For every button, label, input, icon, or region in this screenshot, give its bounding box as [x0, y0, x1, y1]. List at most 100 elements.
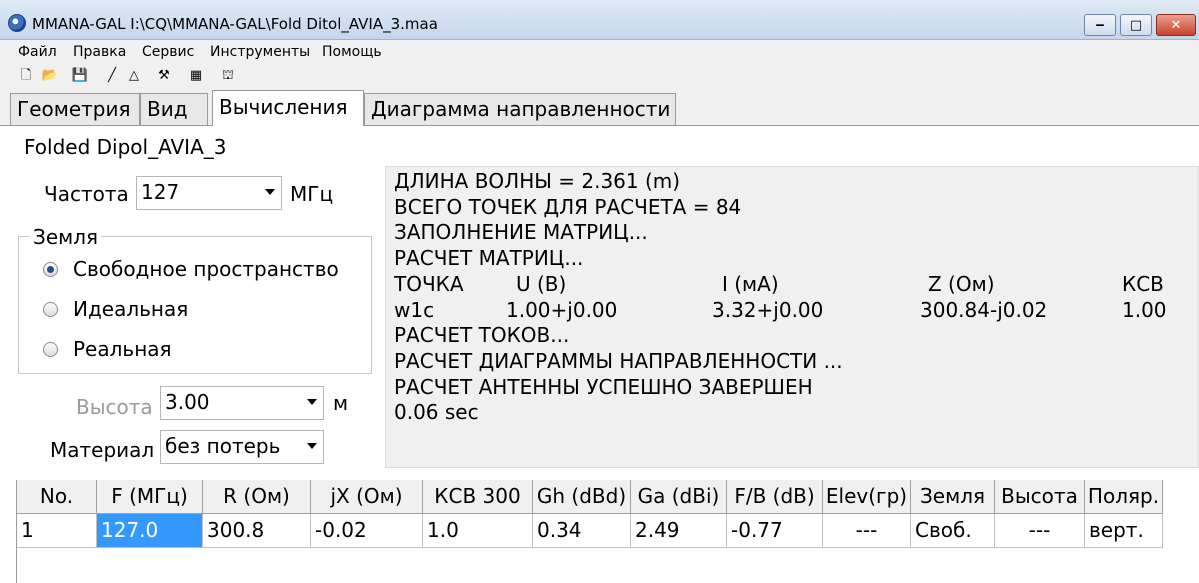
log-header-impedance: Z (Ом): [928, 271, 995, 296]
cell-jx[interactable]: -0.02: [311, 514, 423, 548]
material-label: Материал: [50, 438, 155, 462]
tab-strip: Геометрия Вид Вычисления Диаграмма напра…: [0, 90, 1199, 126]
frequency-combo[interactable]: 127: [136, 176, 282, 210]
menu-edit[interactable]: Правка: [73, 44, 126, 60]
column-header-freq[interactable]: F (МГц): [97, 480, 203, 514]
log-cell-voltage: 1.00+j0.00: [506, 297, 618, 322]
chevron-down-icon: [265, 189, 275, 195]
table-row[interactable]: 1 127.0 300.8 -0.02 1.0 0.34 2.49 -0.77 …: [17, 514, 1163, 548]
column-header-swr[interactable]: КСВ 300: [423, 480, 533, 514]
save-icon[interactable]: 💾: [70, 66, 90, 86]
menu-bar: Файл Правка Сервис Инструменты Помощь: [0, 40, 1199, 64]
log-header-voltage: U (В): [516, 271, 567, 296]
maximize-icon: □: [1129, 17, 1143, 33]
log-line: РАСЧЕТ ТОКОВ...: [394, 323, 570, 348]
tab-calculations[interactable]: Вычисления: [212, 90, 364, 126]
log-table-header: ТОЧКА U (В) I (мА) Z (Ом) КСВ: [394, 272, 1190, 298]
ground-group: Свободное пространство Идеальная Реальна…: [18, 236, 372, 374]
frequency-unit: МГц: [290, 182, 334, 206]
log-line: ЗАПОЛНЕНИЕ МАТРИЦ...: [394, 220, 648, 245]
height-combo[interactable]: 3.00: [160, 386, 324, 420]
column-header-height[interactable]: Высота: [995, 480, 1085, 514]
log-line: ДЛИНА ВОЛНЫ = 2.361 (m): [394, 169, 681, 193]
menu-file[interactable]: Файл: [18, 44, 57, 60]
column-header-r[interactable]: R (Ом): [203, 480, 311, 514]
column-header-fb[interactable]: F/B (dB): [727, 480, 823, 514]
cell-fb[interactable]: -0.77: [727, 514, 823, 548]
cell-polarization[interactable]: верт.: [1085, 514, 1163, 548]
tab-geometry[interactable]: Геометрия: [10, 93, 140, 125]
log-cell-point: w1c: [394, 297, 435, 322]
table-header: No. F (МГц) R (Ом) jX (Ом) КСВ 300 Gh (d…: [17, 480, 1163, 514]
column-header-ga[interactable]: Ga (dBi): [631, 480, 727, 514]
tab-view[interactable]: Вид: [140, 93, 208, 125]
new-file-icon[interactable]: 🗋: [16, 66, 36, 86]
height-value: 3.00: [165, 390, 210, 414]
column-header-gh[interactable]: Gh (dBd): [533, 480, 631, 514]
app-icon: [8, 14, 26, 32]
chevron-down-icon: [307, 399, 317, 405]
results-table[interactable]: No. F (МГц) R (Ом) jX (Ом) КСВ 300 Gh (d…: [16, 480, 1199, 583]
menu-service[interactable]: Сервис: [142, 44, 194, 60]
log-header-swr: КСВ: [1122, 271, 1164, 296]
log-line: РАСЧЕТ АНТЕННЫ УСПЕШНО ЗАВЕРШЕН: [394, 374, 813, 399]
cell-swr[interactable]: 1.0: [423, 514, 533, 548]
calculator-icon[interactable]: ▦: [186, 66, 206, 86]
log-line: 0.06 sec: [394, 400, 479, 425]
radio-button[interactable]: [43, 342, 58, 357]
material-combo[interactable]: без потерь: [160, 430, 324, 464]
frequency-value: 127: [141, 180, 180, 204]
cell-gh[interactable]: 0.34: [533, 514, 631, 548]
close-icon: ✕: [1170, 17, 1182, 33]
tools-icon[interactable]: ⚒: [154, 66, 174, 86]
column-header-polarization[interactable]: Поляр.: [1085, 480, 1163, 514]
minimize-button[interactable]: ‒: [1084, 14, 1116, 36]
cell-elev[interactable]: ---: [823, 514, 911, 548]
radio-button[interactable]: [43, 302, 58, 317]
column-header-no[interactable]: No.: [17, 480, 97, 514]
title-bar: MMANA-GAL I:\CQ\MMANA-GAL\Fold Ditol_AVI…: [0, 0, 1199, 40]
cell-height[interactable]: ---: [995, 514, 1085, 548]
column-header-elev[interactable]: Elev(гр): [823, 480, 911, 514]
log-table-row: w1c 1.00+j0.00 3.32+j0.00 300.84-j0.02 1…: [394, 298, 1190, 324]
line-icon[interactable]: ╱: [102, 66, 122, 86]
radio-label: Идеальная: [73, 297, 189, 321]
cell-freq[interactable]: 127.0: [97, 514, 203, 548]
log-header-current: I (мА): [722, 271, 779, 296]
cell-ground[interactable]: Своб.: [911, 514, 995, 548]
ground-group-label: Земля: [30, 225, 102, 249]
cell-ga[interactable]: 2.49: [631, 514, 727, 548]
close-button[interactable]: ✕: [1156, 14, 1196, 36]
radio-button[interactable]: [43, 262, 58, 277]
calculation-log[interactable]: ДЛИНА ВОЛНЫ = 2.361 (m) ВСЕГО ТОЧЕК ДЛЯ …: [385, 166, 1199, 468]
log-cell-current: 3.32+j0.00: [712, 297, 824, 322]
app-window: MMANA-GAL I:\CQ\MMANA-GAL\Fold Ditol_AVI…: [0, 0, 1199, 583]
material-value: без потерь: [165, 434, 281, 458]
menu-help[interactable]: Помощь: [322, 44, 382, 60]
triangle-icon[interactable]: △: [124, 66, 144, 86]
column-header-ground[interactable]: Земля: [911, 480, 995, 514]
calculations-panel: Folded Dipol_AVIA_3 Частота 127 МГц Своб…: [0, 126, 1199, 583]
antenna-icon[interactable]: ⛫: [218, 66, 238, 86]
tab-radiation-pattern[interactable]: Диаграмма направленности: [364, 93, 676, 125]
window-title: MMANA-GAL I:\CQ\MMANA-GAL\Fold Ditol_AVI…: [32, 15, 438, 33]
cell-r[interactable]: 300.8: [203, 514, 311, 548]
log-cell-swr: 1.00: [1122, 297, 1167, 322]
column-header-jx[interactable]: jX (Ом): [311, 480, 423, 514]
cell-no[interactable]: 1: [17, 514, 97, 548]
log-cell-impedance: 300.84-j0.02: [920, 297, 1048, 322]
height-unit: м: [333, 391, 349, 415]
radio-label: Реальная: [73, 337, 172, 361]
log-line: ВСЕГО ТОЧЕК ДЛЯ РАСЧЕТА = 84: [394, 194, 742, 219]
toolbar: 🗋 📂 💾 ╱ △ ⚒ ▦ ⛫: [0, 64, 1199, 88]
log-header-point: ТОЧКА: [394, 271, 464, 296]
open-folder-icon[interactable]: 📂: [40, 66, 60, 86]
maximize-button[interactable]: □: [1120, 14, 1152, 36]
chevron-down-icon: [307, 443, 317, 449]
menu-tools[interactable]: Инструменты: [210, 44, 310, 60]
minimize-icon: ‒: [1095, 17, 1105, 33]
frequency-label: Частота: [44, 182, 129, 206]
log-line: РАСЧЕТ МАТРИЦ...: [394, 246, 584, 271]
project-title: Folded Dipol_AVIA_3: [24, 135, 227, 159]
log-line: РАСЧЕТ ДИАГРАММЫ НАПРАВЛЕННОСТИ ...: [394, 348, 843, 373]
